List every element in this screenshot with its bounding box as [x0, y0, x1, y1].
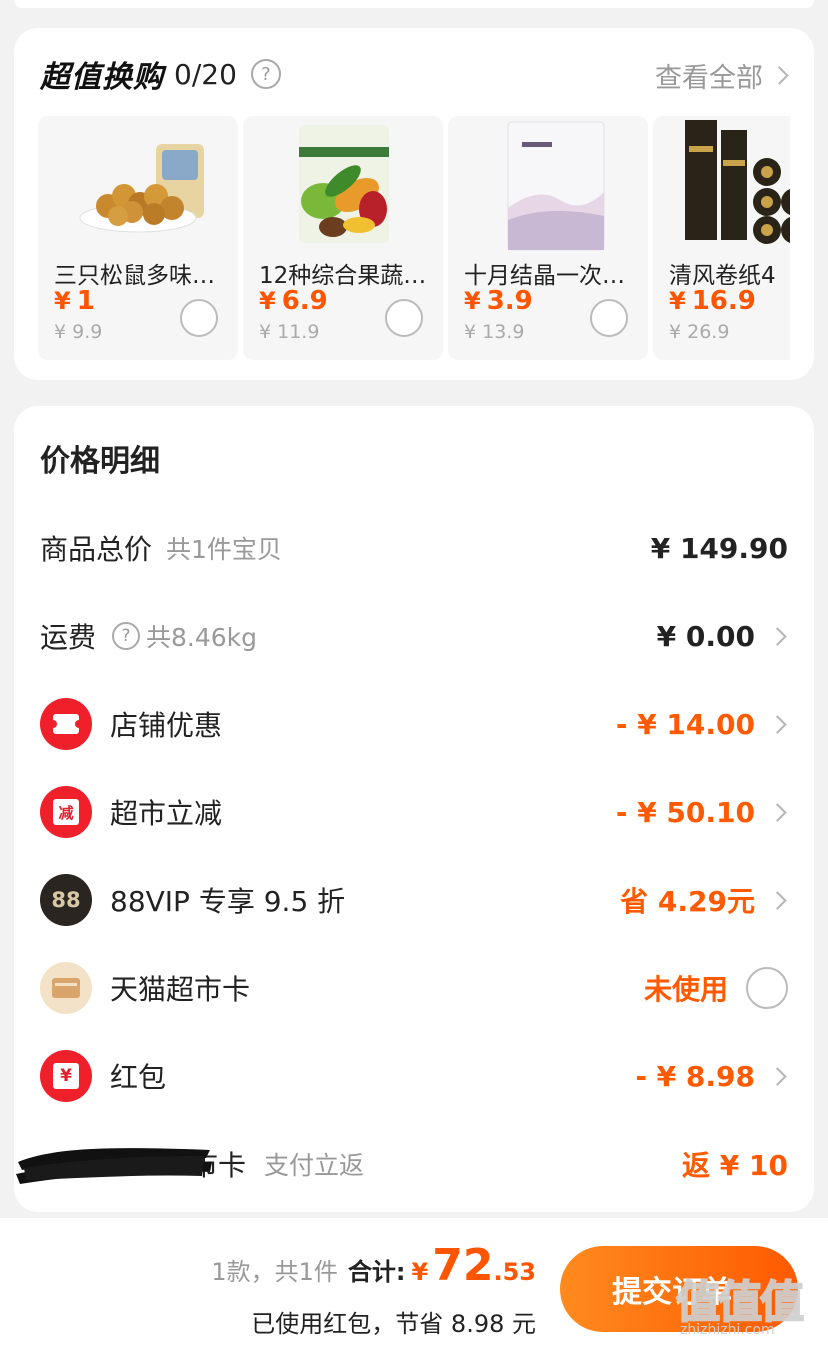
product-card[interactable]: 十月结晶一次… ¥3.9 ¥ 13.9 [448, 116, 648, 360]
product-image [448, 116, 648, 256]
red-packet-row[interactable]: ¥ 红包 - ¥ 8.98 [40, 1046, 788, 1106]
product-card[interactable]: 12种综合果蔬… ¥6.9 ¥ 11.9 [243, 116, 443, 360]
help-icon[interactable]: ? [250, 59, 281, 89]
savings-note: 已使用红包，节省 8.98 元 [251, 1310, 536, 1338]
market-cut-row[interactable]: 减 超市立减 - ¥ 50.10 [40, 782, 788, 842]
row-label: 运费 [40, 621, 97, 654]
section-title: 价格明细 [40, 444, 160, 479]
order-total: 1款，共1件 合计: ¥ 72 .53 [211, 1240, 536, 1291]
product-name: 三只松鼠多味… [54, 263, 215, 289]
exchange-product-list: 三只松鼠多味… ¥1 ¥ 9.9 12种综合果蔬… ¥6.9 ¥ 11.9 十月… [38, 116, 790, 364]
tmall-card-status: 未使用 [643, 973, 728, 1006]
product-name: 清风卷纸4 [669, 263, 776, 289]
product-name: 十月结晶一次… [464, 263, 625, 289]
chevron-right-icon [768, 1066, 787, 1086]
chevron-right-icon [768, 890, 787, 910]
total-amount-decimal: .53 [493, 1258, 536, 1286]
view-all-link[interactable]: 查看全部 [655, 56, 789, 95]
row-label: 88VIP 专享 9.5 折 [110, 885, 346, 918]
product-original-price: ¥ 13.9 [464, 321, 525, 343]
card-icon [40, 962, 92, 1014]
product-image [653, 116, 790, 256]
submit-order-button[interactable]: 提交订单 [560, 1246, 798, 1332]
chevron-right-icon [768, 626, 787, 646]
product-price: ¥3.9 [464, 286, 533, 316]
total-currency: ¥ [411, 1258, 429, 1286]
redaction-scribble [16, 1148, 212, 1184]
store-discount-row[interactable]: 店铺优惠 - ¥ 14.00 [40, 694, 788, 754]
market-cut-amount: - ¥ 50.10 [615, 795, 755, 829]
chevron-right-icon [768, 714, 787, 734]
product-image [38, 116, 238, 256]
product-price: ¥16.9 [669, 286, 756, 316]
goods-total-row: 商品总价 共1件宝贝 ¥ 149.90 [40, 518, 788, 578]
exchange-count: 0/20 [174, 57, 237, 91]
view-all-label: 查看全部 [655, 63, 763, 94]
discount-icon: 减 [40, 786, 92, 838]
product-name: 12种综合果蔬… [259, 263, 427, 289]
use-card-radio[interactable] [746, 967, 788, 1009]
product-original-price: ¥ 9.9 [54, 321, 103, 343]
coupon-icon [40, 698, 92, 750]
store-discount-amount: - ¥ 14.00 [615, 707, 755, 741]
product-card[interactable]: 三只松鼠多味… ¥1 ¥ 9.9 [38, 116, 238, 360]
exchange-card: 超值换购 0/20 ? 查看全部 三只松鼠多味… ¥1 ¥ 9.9 12种综合果… [14, 28, 814, 380]
shipping-amount: ¥ 0.00 [656, 619, 755, 653]
product-price: ¥1 [54, 286, 95, 316]
previous-card-edge [14, 0, 814, 8]
product-card[interactable]: 清风卷纸4 ¥16.9 ¥ 26.9 [653, 116, 790, 360]
row-label: 天猫超市卡 [110, 973, 251, 1006]
row-sub: 共8.46kg [146, 623, 258, 652]
row-sub: 支付立返 [264, 1151, 365, 1180]
tmall-card-row[interactable]: 天猫超市卡 未使用 [40, 958, 788, 1018]
select-radio[interactable] [180, 299, 218, 337]
product-price: ¥6.9 [259, 286, 328, 316]
row-label: 店铺优惠 [110, 709, 223, 742]
cashback-amount: 返 ¥ 10 [682, 1149, 788, 1182]
exchange-title: 超值换购 [40, 60, 164, 95]
row-label: 超市立减 [110, 797, 223, 830]
checkout-bar: 1款，共1件 合计: ¥ 72 .53 已使用红包，节省 8.98 元 提交订单 [0, 1218, 828, 1352]
goods-amount: ¥ 149.90 [650, 531, 788, 565]
exchange-header: 超值换购 0/20 ? [40, 54, 281, 95]
vip-icon: 88 [40, 874, 92, 926]
total-amount-integer: 72 [432, 1240, 494, 1291]
price-detail-card: 价格明细 商品总价 共1件宝贝 ¥ 149.90 运费 ? 共8.46kg ¥ … [14, 406, 814, 1212]
vip-discount-row[interactable]: 88 88VIP 专享 9.5 折 省 4.29元 [40, 870, 788, 930]
row-label: 红包 [110, 1061, 167, 1094]
product-image [243, 116, 443, 256]
select-radio[interactable] [385, 299, 423, 337]
shipping-row[interactable]: 运费 ? 共8.46kg ¥ 0.00 [40, 606, 788, 666]
row-label: 商品总价 [40, 533, 153, 566]
product-original-price: ¥ 26.9 [669, 321, 730, 343]
red-packet-amount: - ¥ 8.98 [635, 1059, 755, 1093]
total-label: 合计: [347, 1258, 406, 1286]
row-sub: 共1件宝贝 [166, 535, 282, 564]
item-count: 1款，共1件 [211, 1258, 338, 1286]
chevron-right-icon [770, 66, 789, 85]
vip-saving-amount: 省 4.29元 [620, 885, 755, 918]
chevron-right-icon [768, 802, 787, 822]
red-packet-icon: ¥ [40, 1050, 92, 1102]
select-radio[interactable] [590, 299, 628, 337]
cashback-row: 市卡 支付立返 返 ¥ 10 [16, 1134, 788, 1194]
product-original-price: ¥ 11.9 [259, 321, 320, 343]
help-icon[interactable]: ? [112, 622, 141, 650]
